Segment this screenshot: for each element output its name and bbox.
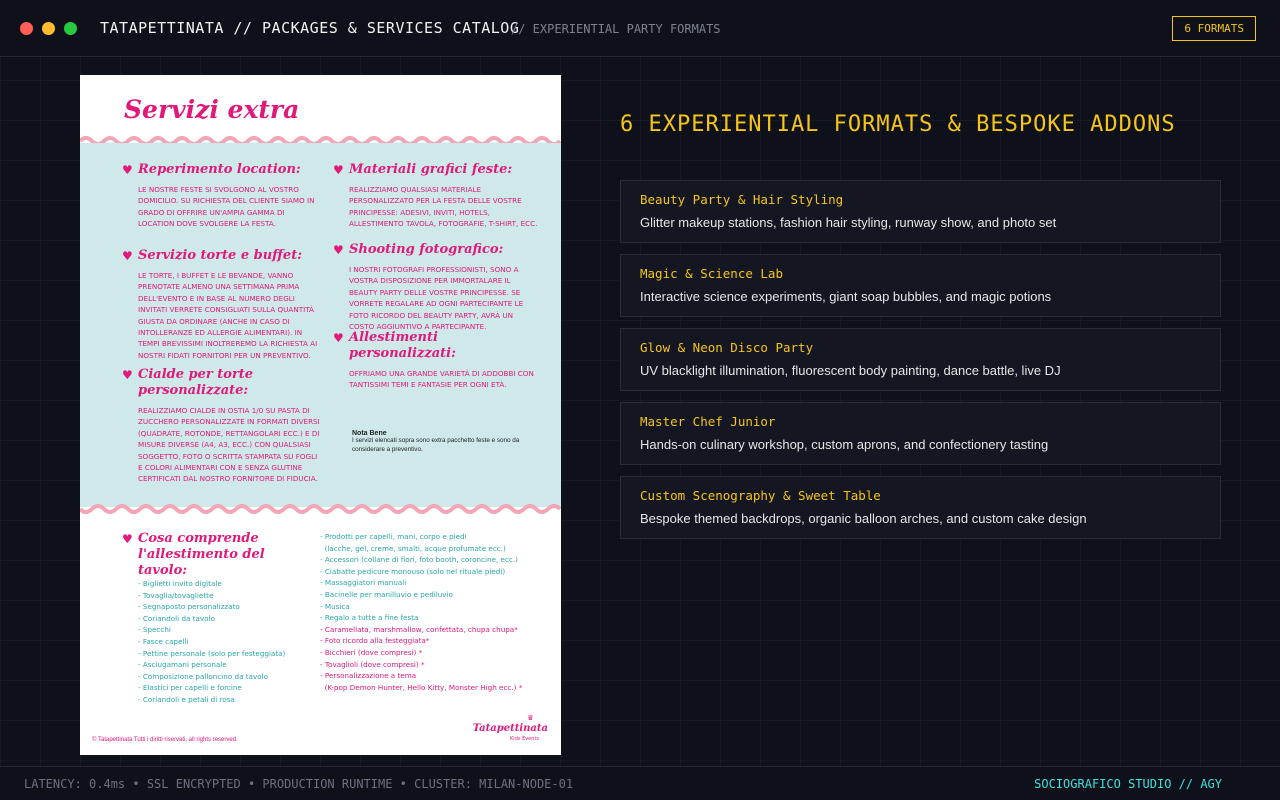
list-item: - Coriandoli e petali di rosa: [138, 694, 235, 704]
section-table-setup: ♥ Cosa comprende l'allestimento del tavol…: [122, 531, 265, 578]
app-subtitle: // EXPERIENTIAL PARTY FORMATS: [511, 22, 721, 36]
list-item: - Bicchieri (dove compresi) *: [320, 647, 423, 657]
minimize-window-button[interactable]: [42, 22, 55, 35]
catalog-heading: 6 EXPERIENTIAL FORMATS & BESPOKE ADDONS: [620, 112, 1176, 137]
crown-icon: ♛: [527, 713, 533, 723]
wave-divider-bottom: [80, 504, 561, 514]
list-item: - Tovaglioli (dove compresi) *: [320, 659, 425, 669]
section-location: ♥ Reperimento location: Le nostre feste s…: [122, 162, 315, 229]
section-photo-shooting: ♥ Shooting fotografico: I nostri fotograf…: [333, 242, 524, 332]
list-item: - Tovaglia/tovagliette: [138, 590, 214, 600]
studio-credit: SOCIOGRAFICO STUDIO // AGY: [1034, 777, 1222, 791]
format-card-magic-science[interactable]: Magic & Science Lab Interactive science …: [620, 254, 1221, 317]
heart-icon: ♥: [122, 249, 133, 263]
heart-icon: ♥: [122, 532, 133, 546]
close-window-button[interactable]: [20, 22, 33, 35]
list-item: - Coriandoli da tavolo: [138, 613, 215, 623]
section-custom-setups: ♥ Allestimenti personalizzati: Offriamo u…: [333, 330, 534, 390]
table-setup-list-left: - Biglietti invito digitale - Tovaglia/to…: [138, 578, 285, 706]
list-item: - Prodotti per capelli, mani, corpo e pi…: [320, 532, 467, 541]
table-setup-list-right: - Prodotti per capelli, mani, corpo e pi…: [320, 531, 522, 693]
heart-icon: ♥: [333, 331, 344, 345]
list-item: (K-pop Demon Hunter, Hello Kitty, Monste…: [320, 682, 523, 692]
list-item: - Massaggiatori manuali: [320, 578, 407, 588]
format-card-master-chef[interactable]: Master Chef Junior Hands-on culinary wor…: [620, 402, 1221, 465]
brand-logo: Tatapettinata: [472, 723, 548, 734]
list-item: - Fasce capelli: [138, 636, 189, 646]
list-item: - Composizione palloncino da tavolo: [138, 671, 269, 681]
list-item: - Personalizzazione a tema: [320, 671, 417, 681]
document-title: Servizi extra: [124, 95, 300, 124]
list-item: - Asciugamani personale: [138, 660, 227, 670]
list-item: - Bacinelle per manilluvio e pediluvio: [320, 589, 453, 599]
list-item: - Caramellata, marshmallow, confettata, …: [320, 624, 518, 634]
status-readout: LATENCY: 0.4ms • SSL ENCRYPTED • PRODUCT…: [24, 777, 574, 791]
list-item: - Foto ricordo alla festeggiata*: [320, 636, 430, 646]
list-item: - Musica: [320, 601, 350, 611]
formats-count-badge: 6 FORMATS: [1172, 16, 1256, 41]
section-cakes-buffet: ♥ Servizio torte e buffet: Le torte, i bu…: [122, 248, 318, 360]
nota-bene: Nota Bene I servizi elencati sopra sono …: [352, 430, 520, 453]
app-title: TATAPETTINATA // PACKAGES & SERVICES CAT…: [100, 19, 520, 37]
title-bar: TATAPETTINATA // PACKAGES & SERVICES CAT…: [0, 0, 1280, 57]
list-item: (lacche, gel, creme, smalti, acque profu…: [320, 543, 506, 553]
maximize-window-button[interactable]: [64, 22, 77, 35]
heart-icon: ♥: [122, 163, 133, 177]
list-item: - Segnaposto personalizzato: [138, 602, 240, 612]
section-graphics: ♥ Materiali grafici feste: Realizziamo qu…: [333, 162, 538, 229]
format-card-scenography[interactable]: Custom Scenography & Sweet Table Bespoke…: [620, 476, 1221, 539]
heart-icon: ♥: [122, 368, 133, 382]
copyright: © Tatapettinata Tutti i diritti riservat…: [92, 737, 238, 743]
list-item: - Accessori (collane di fiori, foto boot…: [320, 555, 518, 565]
format-card-beauty-party[interactable]: Beauty Party & Hair Styling Glitter make…: [620, 180, 1221, 243]
list-item: - Pettine personale (solo per festeggiat…: [138, 648, 286, 658]
heart-icon: ♥: [333, 243, 344, 257]
list-item: - Specchi: [138, 625, 171, 635]
section-cake-toppers: ♥ Cialde per torte personalizzate: Realiz…: [122, 367, 320, 484]
list-item: - Regalo a tutte a fine festa: [320, 613, 419, 623]
list-item: - Elastici per capelli e forcine: [138, 683, 242, 693]
heart-icon: ♥: [333, 163, 344, 177]
services-document: Servizi extra ♥ Reperimento location: Le …: [80, 75, 561, 755]
format-card-glow-neon[interactable]: Glow & Neon Disco Party UV blacklight il…: [620, 328, 1221, 391]
status-footer: LATENCY: 0.4ms • SSL ENCRYPTED • PRODUCT…: [0, 766, 1280, 800]
brand-logo-sub: Kids Events: [510, 736, 539, 742]
list-item: - Ciabatte pedicure monouso (solo nel ri…: [320, 566, 506, 576]
list-item: - Biglietti invito digitale: [138, 579, 222, 588]
